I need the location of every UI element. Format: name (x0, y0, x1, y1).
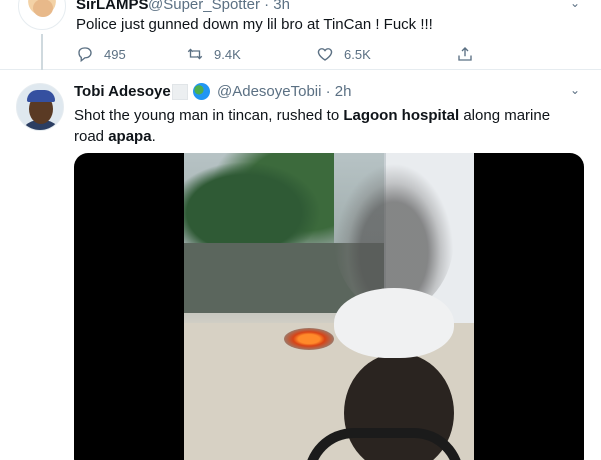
user-handle[interactable]: @Super_Spotter · 3h (148, 0, 290, 13)
user-handle[interactable]: @AdesoyeTobii · 2h (217, 83, 351, 100)
video-frame[interactable] (184, 153, 474, 460)
tweet-text-part: Shot the young man in tincan, rushed to (74, 107, 344, 124)
tweet-text: Police just gunned down my lil bro at Ti… (76, 16, 433, 33)
retweet-icon (187, 48, 203, 60)
avatar-cap (27, 90, 55, 102)
tweet-text: Shot the young man in tincan, rushed to … (74, 105, 584, 147)
share-icon (458, 47, 472, 61)
reply-count: 495 (104, 46, 126, 62)
tweet-actions: 495 9.4K 6.5K (76, 44, 516, 64)
avatar[interactable] (16, 83, 64, 131)
emoji-placeholder-icon (172, 84, 188, 100)
avatar[interactable] (18, 0, 66, 30)
user-name[interactable]: Tobi Adesoye (74, 83, 171, 100)
chevron-down-icon[interactable]: ⌄ (570, 83, 580, 97)
heart-icon (317, 48, 333, 61)
tweet-text-bold: apapa (108, 128, 152, 145)
chevron-down-icon[interactable]: ⌄ (570, 0, 580, 10)
tweet-text-part: . (151, 128, 156, 145)
video-fire (284, 328, 334, 350)
reply-button[interactable]: 495 (76, 44, 186, 64)
share-button[interactable] (456, 44, 496, 64)
like-button[interactable]: 6.5K (316, 44, 456, 64)
video-person-cap (334, 288, 454, 358)
user-name[interactable]: SirLAMPS (76, 0, 149, 13)
retweet-button[interactable]: 9.4K (186, 44, 316, 64)
tweet-text-bold: Lagoon hospital (343, 107, 460, 124)
tweet-sirlamps[interactable]: SirLAMPS @Super_Spotter · 3h ⌄ Police ju… (0, 0, 601, 70)
tweet-tobi-adesoye[interactable]: Tobi Adesoye @AdesoyeTobii · 2h ⌄ Shot t… (0, 71, 601, 460)
retweet-count: 9.4K (214, 46, 241, 62)
avatar-face (33, 0, 53, 17)
globe-icon (193, 83, 210, 100)
like-count: 6.5K (344, 46, 371, 62)
thread-line (41, 34, 43, 70)
video-player[interactable] (74, 153, 584, 460)
reply-icon (78, 47, 92, 63)
